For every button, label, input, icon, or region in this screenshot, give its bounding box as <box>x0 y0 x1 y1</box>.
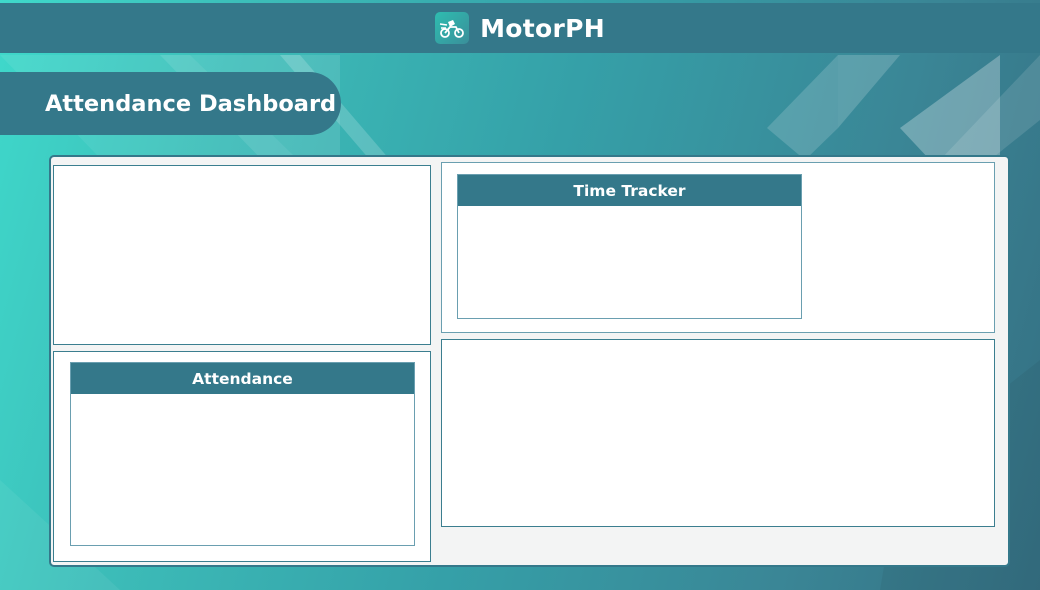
time-tracker-body <box>458 206 801 318</box>
app-title: MotorPH <box>480 13 605 43</box>
page-title-banner: Attendance Dashboard <box>0 72 341 135</box>
time-tracker-panel: Time Tracker <box>441 162 995 333</box>
motorcycle-rider-icon <box>435 12 470 44</box>
time-tracker-header: Time Tracker <box>458 175 801 206</box>
dashboard-panel: Time Tracker Attendance <box>49 155 1010 567</box>
app-header: MotorPH <box>0 3 1040 53</box>
bottom-right-panel <box>441 339 995 527</box>
attendance-body <box>71 394 414 545</box>
attendance-card: Attendance <box>70 362 415 546</box>
top-left-panel <box>53 165 431 345</box>
attendance-panel: Attendance <box>53 351 431 562</box>
attendance-header: Attendance <box>71 363 414 394</box>
time-tracker-card: Time Tracker <box>457 174 802 319</box>
page-title: Attendance Dashboard <box>45 90 337 117</box>
